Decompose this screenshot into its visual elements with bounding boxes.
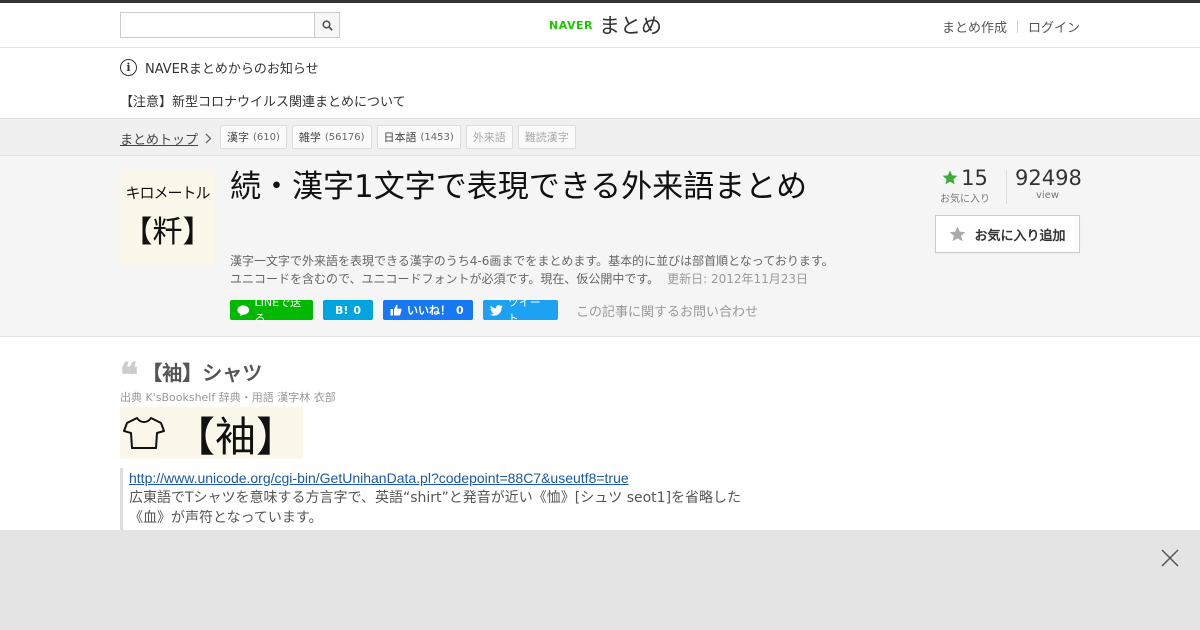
tag-label: 難読漢字 bbox=[524, 131, 569, 144]
thumbnail-text-line2: 【粁】 bbox=[122, 215, 213, 250]
line-share-label: LINEで送る bbox=[254, 296, 302, 325]
line-share-button[interactable]: LINEで送る bbox=[230, 296, 313, 325]
breadcrumb: まとめトップ 漢字 (610) 雑学 (56176) 日本語 (1453) 外来… bbox=[0, 118, 1200, 156]
hatena-count: 0 bbox=[353, 303, 362, 317]
notice-link[interactable]: 【注意】新型コロナウイルス関連まとめについて bbox=[120, 91, 406, 110]
view-label: view bbox=[1035, 190, 1060, 201]
view-count: 92498 view bbox=[1015, 166, 1082, 201]
article-thumbnail: キロメートル 【粁】 bbox=[120, 169, 215, 264]
tag-label: 日本語 bbox=[383, 131, 417, 144]
quote-mark-icon: ❝ bbox=[120, 355, 139, 396]
site-header: NAVER まとめ まとめ作成 ログイン bbox=[0, 3, 1200, 48]
tag-nandoku-kanji[interactable]: 難読漢字 bbox=[517, 125, 576, 149]
facebook-like-count: 0 bbox=[456, 303, 464, 317]
item-heading: ❝ 【袖】シャツ bbox=[120, 355, 263, 396]
article-header: キロメートル 【粁】 続・漢字1文字で表現できる外来語まとめ 漢字一文字で外来語… bbox=[0, 156, 1200, 337]
facebook-like-button[interactable]: いいね！ 0 bbox=[383, 300, 473, 320]
site-logo[interactable]: NAVER まとめ bbox=[549, 9, 662, 41]
favorites-number: 15 bbox=[961, 166, 988, 190]
line-icon bbox=[237, 304, 250, 316]
item-text-line1: 広東語でTシャツを意味する方言字で、英語“shirt”と発音が近い《恤》[シュツ… bbox=[129, 490, 742, 506]
tag-list: 漢字 (610) 雑学 (56176) 日本語 (1453) 外来語 難読漢字 bbox=[220, 125, 576, 149]
favorites-count: 15 お気に入り bbox=[935, 166, 995, 205]
tag-nihongo[interactable]: 日本語 (1453) bbox=[376, 125, 461, 149]
close-icon[interactable] bbox=[1160, 548, 1180, 568]
facebook-like-label: いいね！ bbox=[407, 304, 451, 317]
star-outline-icon bbox=[950, 226, 966, 241]
thumbs-up-icon bbox=[390, 304, 402, 316]
breadcrumb-top-label: まとめトップ bbox=[120, 133, 199, 148]
tweet-label: ツイート bbox=[507, 296, 541, 325]
tag-zatsugaku[interactable]: 雑学 (56176) bbox=[291, 125, 372, 149]
notice-area: i NAVERまとめからのお知らせ 【注意】新型コロナウイルス関連まとめについて bbox=[0, 48, 1200, 118]
updated-date: 更新日: 2012年11月23日 bbox=[667, 272, 809, 286]
breadcrumb-top-link[interactable]: まとめトップ bbox=[120, 129, 212, 148]
tag-label: 外来語 bbox=[472, 131, 506, 144]
chevron-right-icon bbox=[205, 133, 212, 144]
login-link[interactable]: ログイン bbox=[1028, 17, 1080, 36]
description-line1: 漢字一文字で外来語を表現できる漢字のうち4-6画までをまとめます。基本的に並びは… bbox=[230, 254, 834, 268]
search-input[interactable] bbox=[121, 13, 315, 37]
tag-count: (1453) bbox=[420, 131, 454, 143]
search-box bbox=[120, 12, 340, 38]
stats-divider bbox=[1006, 170, 1007, 204]
item-image-text: 【袖】 bbox=[174, 413, 297, 461]
unicode-link[interactable]: http://www.unicode.org/cgi-bin/GetUnihan… bbox=[129, 468, 760, 488]
tag-label: 雑学 bbox=[298, 131, 321, 144]
notice-title-text: NAVERまとめからのお知らせ bbox=[145, 62, 319, 77]
article-description: 漢字一文字で外来語を表現できる漢字のうち4-6画までをまとめます。基本的に並びは… bbox=[230, 252, 870, 288]
add-favorite-label: お気に入り追加 bbox=[974, 228, 1066, 244]
tag-label: 漢字 bbox=[227, 131, 249, 144]
description-line2-text: ユニコードを含むので、ユニコードフォントが必須です。現在、仮公開中です。 bbox=[230, 272, 660, 286]
article-stats: 15 お気に入り 92498 view bbox=[935, 166, 1082, 206]
description-line2: ユニコードを含むので、ユニコードフォントが必須です。現在、仮公開中です。 更新日:… bbox=[230, 270, 870, 288]
tweet-button[interactable]: ツイート bbox=[483, 296, 558, 325]
contact-link[interactable]: この記事に関するお問い合わせ bbox=[576, 301, 758, 320]
tag-count: (56176) bbox=[324, 131, 365, 143]
twitter-bird-icon bbox=[490, 304, 503, 316]
matome-logo-text: まとめ bbox=[598, 14, 662, 38]
tag-kanji[interactable]: 漢字 (610) bbox=[220, 125, 287, 149]
ad-overlay bbox=[0, 530, 1200, 630]
favorites-number-row: 15 bbox=[935, 166, 995, 190]
item-text-line2: 《血》が声符となっています。 bbox=[129, 510, 323, 526]
hatena-b-icon: B! bbox=[334, 303, 349, 317]
t-shirt-icon bbox=[123, 417, 165, 449]
add-favorite-button[interactable]: お気に入り追加 bbox=[935, 215, 1080, 253]
header-links: まとめ作成 ログイン bbox=[942, 17, 1080, 36]
view-number: 92498 bbox=[1015, 166, 1082, 190]
item-quote-block: http://www.unicode.org/cgi-bin/GetUnihan… bbox=[120, 468, 760, 530]
hatena-bookmark-button[interactable]: B! 0 bbox=[323, 300, 373, 320]
favorites-label: お気に入り bbox=[940, 194, 990, 205]
star-icon bbox=[942, 170, 958, 185]
header-link-divider bbox=[1016, 20, 1018, 33]
info-icon: i bbox=[120, 59, 137, 76]
article-title: 続・漢字1文字で表現できる外来語まとめ bbox=[230, 169, 808, 205]
item-heading-text: 【袖】シャツ bbox=[142, 361, 263, 385]
notice-title: i NAVERまとめからのお知らせ bbox=[120, 58, 319, 77]
naver-logo-text: NAVER bbox=[549, 18, 593, 32]
search-icon bbox=[321, 19, 333, 31]
search-button[interactable] bbox=[314, 13, 339, 37]
tag-gairaigo[interactable]: 外来語 bbox=[465, 125, 513, 149]
create-matome-link[interactable]: まとめ作成 bbox=[942, 17, 1007, 36]
article-content: ❝ 【袖】シャツ 出典 K'sBookshelf 辞典・用語 漢字林 衣部 【袖… bbox=[0, 337, 1200, 530]
share-bar: LINEで送る B! 0 いいね！ 0 ツイート この記事に関するお問い合わせ bbox=[230, 296, 758, 325]
item-image: 【袖】 bbox=[120, 407, 303, 461]
tag-count: (610) bbox=[253, 131, 280, 143]
thumbnail-text-line1: キロメートル bbox=[125, 184, 210, 202]
